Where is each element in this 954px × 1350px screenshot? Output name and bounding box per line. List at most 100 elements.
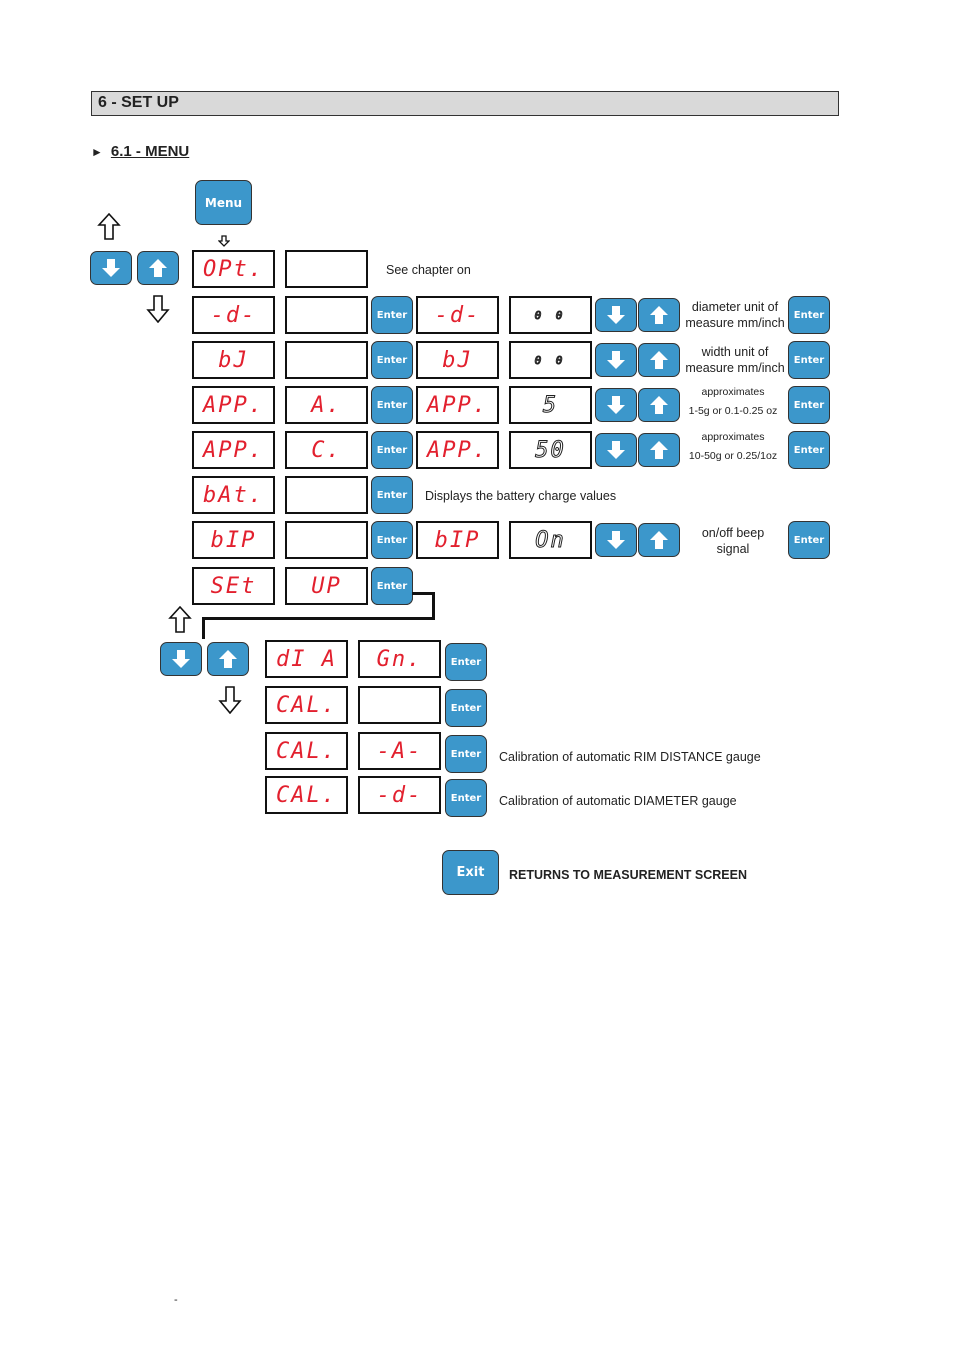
up-arrow-button[interactable] [638, 433, 680, 467]
lcd-display-main: CAL. [265, 776, 348, 814]
lcd-display-main: -d- [192, 296, 275, 334]
up-arrow-button[interactable] [638, 388, 680, 422]
down-arrow-button[interactable] [595, 388, 637, 422]
enter-button[interactable]: Enter [371, 296, 413, 334]
down-arrow-icon [607, 306, 625, 324]
row-note-line2: 1-5g or 0.1-0.25 oz [688, 405, 778, 417]
enter-button[interactable]: Enter [371, 341, 413, 379]
lcd-display-param: bIP [416, 521, 499, 559]
up-arrow-icon [149, 259, 167, 277]
connector-line [202, 617, 205, 639]
lcd-display-secondary [285, 476, 368, 514]
up-arrow-button[interactable] [137, 251, 179, 285]
lcd-display-main: bAt. [192, 476, 275, 514]
enter-button[interactable]: Enter [445, 779, 487, 817]
lcd-display-secondary: UP [285, 567, 368, 605]
lcd-display-param: APP. [416, 431, 499, 469]
lcd-display-value: 0 0 [509, 341, 592, 379]
down-arrow-icon [607, 396, 625, 414]
row-note: diameter unit of measure mm/inch [685, 300, 785, 330]
subsection-title: ► 6.1 - MENU [91, 143, 189, 160]
enter-button[interactable]: Enter [445, 643, 487, 681]
enter-button[interactable]: Enter [445, 735, 487, 773]
up-arrow-icon [650, 531, 668, 549]
outline-up-arrow-icon [97, 213, 121, 240]
small-down-arrow-icon [218, 235, 230, 247]
up-arrow-icon [650, 351, 668, 369]
lcd-display-secondary [285, 296, 368, 334]
lcd-display-param: -d- [416, 296, 499, 334]
up-arrow-button[interactable] [207, 642, 249, 676]
lcd-display-main: APP. [192, 386, 275, 424]
lcd-display-main: bIP [192, 521, 275, 559]
lcd-display-secondary: -d- [358, 776, 441, 814]
down-arrow-icon [102, 259, 120, 277]
enter-button[interactable]: Enter [788, 431, 830, 469]
enter-button[interactable]: Enter [371, 567, 413, 605]
up-arrow-icon [650, 441, 668, 459]
menu-button[interactable]: Menu [195, 180, 252, 225]
enter-button[interactable]: Enter [788, 521, 830, 559]
lcd-display-secondary [285, 250, 368, 288]
enter-button[interactable]: Enter [788, 386, 830, 424]
enter-button[interactable]: Enter [371, 476, 413, 514]
down-arrow-icon [172, 650, 190, 668]
row-note: Calibration of automatic RIM DISTANCE ga… [499, 750, 761, 764]
row-note: approximates 1-5g or 0.1-0.25 oz [678, 383, 788, 421]
exit-button[interactable]: Exit [442, 850, 499, 895]
lcd-display-main: dI A [265, 640, 348, 678]
enter-button[interactable]: Enter [788, 341, 830, 379]
lcd-display-secondary [358, 686, 441, 724]
lcd-display-secondary [285, 341, 368, 379]
row-note-line2: 10-50g or 0.25/1oz [688, 450, 778, 462]
lcd-display-main: OPt. [192, 250, 275, 288]
outline-up-arrow-icon [168, 606, 192, 633]
enter-button[interactable]: Enter [445, 689, 487, 727]
down-arrow-button[interactable] [160, 642, 202, 676]
down-arrow-button[interactable] [90, 251, 132, 285]
connector-line [412, 592, 434, 595]
up-arrow-icon [650, 306, 668, 324]
lcd-display-main: bJ [192, 341, 275, 379]
row-note-line1: approximates [701, 431, 765, 443]
lcd-display-secondary: C. [285, 431, 368, 469]
enter-button[interactable]: Enter [371, 386, 413, 424]
connector-line [202, 617, 435, 620]
up-arrow-icon [219, 650, 237, 668]
down-arrow-button[interactable] [595, 298, 637, 332]
lcd-display-param: APP. [416, 386, 499, 424]
enter-button[interactable]: Enter [371, 521, 413, 559]
subsection-title-text: 6.1 - MENU [110, 143, 190, 160]
down-arrow-button[interactable] [595, 343, 637, 377]
up-arrow-button[interactable] [638, 298, 680, 332]
connector-line [432, 592, 435, 619]
enter-button[interactable]: Enter [788, 296, 830, 334]
lcd-display-value: 5 [509, 386, 592, 424]
lcd-display-secondary: Gn. [358, 640, 441, 678]
bullet-triangle-icon: ► [91, 145, 103, 159]
row-note: width unit of measure mm/inch [685, 345, 785, 375]
lcd-display-value: 50 [509, 431, 592, 469]
down-arrow-button[interactable] [595, 523, 637, 557]
row-note: See chapter on [386, 263, 471, 277]
down-arrow-icon [607, 531, 625, 549]
row-note-line1: on/off beep [701, 526, 765, 540]
lcd-display-secondary [285, 521, 368, 559]
up-arrow-button[interactable] [638, 523, 680, 557]
enter-button[interactable]: Enter [371, 431, 413, 469]
outline-down-arrow-icon [218, 686, 242, 714]
down-arrow-icon [607, 441, 625, 459]
lcd-display-main: APP. [192, 431, 275, 469]
row-note-line1: approximates [701, 386, 765, 398]
row-note: approximates 10-50g or 0.25/1oz [678, 428, 788, 466]
row-note: on/off beep signal [678, 525, 788, 557]
lcd-display-param: bJ [416, 341, 499, 379]
outline-down-arrow-icon [146, 295, 170, 323]
lcd-display-value: 0 0 [509, 296, 592, 334]
up-arrow-button[interactable] [638, 343, 680, 377]
page-mark: - [174, 1294, 178, 1306]
down-arrow-button[interactable] [595, 433, 637, 467]
lcd-display-main: CAL. [265, 686, 348, 724]
section-title: 6 - SET UP [91, 91, 839, 116]
up-arrow-icon [650, 396, 668, 414]
